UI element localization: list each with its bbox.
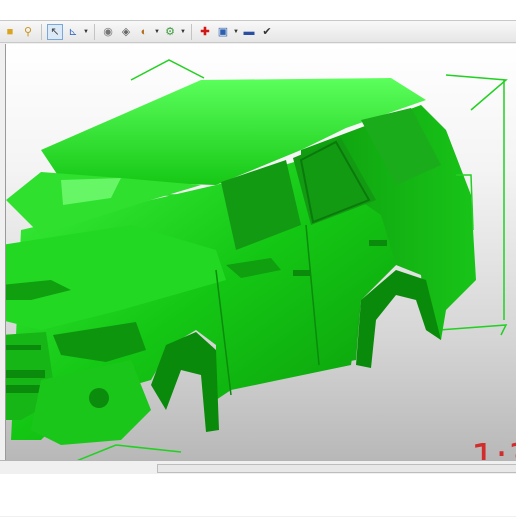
top-strip bbox=[0, 0, 516, 20]
toolbar: ■ ⚲ ↖ ⊾ ▼ ◉ ◈ ◐ ▼ ⚙ ▼ ✚ ▣ ▼ ▬ ✔ bbox=[0, 21, 516, 43]
horizontal-scrollbar[interactable] bbox=[157, 464, 516, 473]
door-handle-rear bbox=[369, 240, 387, 246]
graph-icon[interactable]: ⚙ bbox=[162, 24, 178, 40]
checkmark-icon[interactable]: ✔ bbox=[259, 24, 275, 40]
open-folder-icon[interactable]: ■ bbox=[2, 24, 18, 40]
3d-viewport[interactable]: 1:3 bbox=[5, 44, 516, 460]
minus-icon[interactable]: ▬ bbox=[241, 24, 257, 40]
car-model[interactable] bbox=[6, 44, 516, 460]
zoom-icon[interactable]: ⚲ bbox=[20, 24, 36, 40]
measure-dropdown-icon[interactable]: ▼ bbox=[233, 29, 239, 35]
graph-dropdown-icon[interactable]: ▼ bbox=[180, 29, 186, 35]
fog-light bbox=[89, 388, 109, 408]
toolbar-separator bbox=[191, 23, 192, 40]
scale-label: 1:3 bbox=[471, 436, 516, 460]
axis-dropdown-icon[interactable]: ▼ bbox=[83, 29, 89, 35]
select-pointer-icon[interactable]: ↖ bbox=[47, 23, 63, 40]
toolbar-separator bbox=[94, 23, 95, 40]
material-icon[interactable]: ◈ bbox=[118, 24, 134, 40]
globe-icon[interactable]: ◐ bbox=[136, 24, 152, 40]
toolbar-separator bbox=[41, 23, 42, 40]
globe-dropdown-icon[interactable]: ▼ bbox=[154, 29, 160, 35]
door-handle-front bbox=[293, 270, 311, 276]
red-cross-icon[interactable]: ✚ bbox=[197, 24, 213, 40]
axis-icon[interactable]: ⊾ bbox=[65, 24, 81, 40]
layer-icon[interactable]: ◉ bbox=[100, 24, 116, 40]
measure-icon[interactable]: ▣ bbox=[215, 24, 231, 40]
bottom-band bbox=[0, 474, 516, 516]
